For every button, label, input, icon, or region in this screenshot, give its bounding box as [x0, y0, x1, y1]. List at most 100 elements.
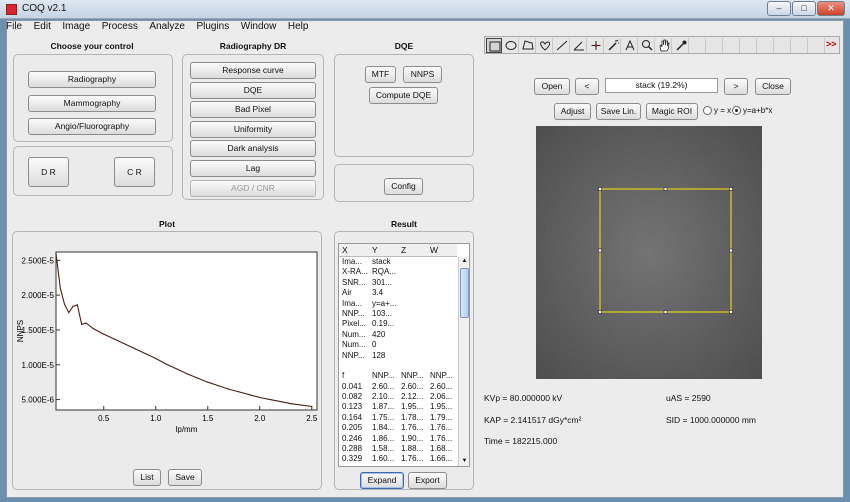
- column-header-z[interactable]: Z: [401, 245, 406, 255]
- config-button[interactable]: Config: [384, 178, 423, 195]
- table-cell: 2.60...: [372, 381, 395, 391]
- agd-cnr-button[interactable]: AGD / CNR: [190, 180, 316, 197]
- mtf-button[interactable]: MTF: [365, 66, 396, 83]
- close-stack-button[interactable]: Close: [755, 78, 791, 95]
- scroll-down-icon[interactable]: ▼: [460, 458, 469, 466]
- roi-handle[interactable]: [729, 248, 733, 253]
- table-row[interactable]: 0.082 2.10... 2.12... 2.06...: [339, 392, 457, 402]
- table-row[interactable]: NNP... 128: [339, 351, 457, 361]
- table-row[interactable]: 0.041 2.60... 2.60... 2.60...: [339, 382, 457, 392]
- stack-name-field[interactable]: stack (19.2%): [605, 78, 718, 93]
- table-row[interactable]: Ima... y=a+...: [339, 299, 457, 309]
- image-canvas[interactable]: [536, 126, 762, 379]
- angle-tool-icon[interactable]: [571, 38, 587, 53]
- menu-plugins[interactable]: Plugins: [196, 20, 229, 33]
- table-row[interactable]: SNR... 301...: [339, 278, 457, 288]
- rectangle-tool-icon[interactable]: [486, 38, 502, 53]
- model-radio[interactable]: [732, 106, 741, 115]
- adjust-button[interactable]: Adjust: [554, 103, 591, 120]
- roi-handle[interactable]: [663, 187, 668, 191]
- empty-tool-slot[interactable]: [690, 38, 706, 53]
- radiography-button[interactable]: Radiography: [28, 71, 156, 88]
- column-header-w[interactable]: W: [430, 245, 438, 255]
- next-slice-button[interactable]: >: [724, 78, 748, 95]
- roi-handle[interactable]: [729, 310, 733, 314]
- table-row[interactable]: NNP... 103...: [339, 309, 457, 319]
- minimize-button[interactable]: –: [767, 1, 791, 16]
- mammography-button[interactable]: Mammography: [28, 95, 156, 112]
- wand-tool-icon[interactable]: [605, 38, 621, 53]
- bad-pixel-button[interactable]: Bad Pixel: [190, 101, 316, 118]
- scroll-up-icon[interactable]: ▲: [460, 258, 469, 266]
- roi-handle[interactable]: [598, 187, 602, 191]
- roi-handle[interactable]: [663, 310, 668, 314]
- polygon-tool-icon[interactable]: [520, 38, 536, 53]
- table-row[interactable]: 0.205 1.84... 1.76... 1.76...: [339, 423, 457, 433]
- response-curve-button[interactable]: Response curve: [190, 62, 316, 79]
- dark-analysis-button[interactable]: Dark analysis: [190, 140, 316, 157]
- table-row[interactable]: 0.164 1.75... 1.78... 1.79...: [339, 413, 457, 423]
- table-row[interactable]: 0.329 1.60... 1.76... 1.66...: [339, 454, 457, 464]
- text-tool-icon[interactable]: [622, 38, 638, 53]
- table-row[interactable]: Num... 420: [339, 330, 457, 340]
- menu-window[interactable]: Window: [241, 20, 277, 33]
- menu-file[interactable]: File: [6, 20, 22, 33]
- roi-handle[interactable]: [729, 187, 733, 191]
- cr-button[interactable]: C R: [114, 157, 155, 187]
- roi-handle[interactable]: [598, 248, 602, 253]
- table-row[interactable]: Num... 0: [339, 340, 457, 350]
- dqe-button[interactable]: DQE: [190, 82, 316, 99]
- more-tools-icon[interactable]: >>: [826, 39, 837, 49]
- close-window-button[interactable]: ✕: [817, 1, 845, 16]
- table-row[interactable]: f NNP... NNP... NNP...: [339, 371, 457, 381]
- save-plot-button[interactable]: Save: [168, 469, 202, 486]
- table-row[interactable]: 0.123 1.87... 1.95... 1.95...: [339, 402, 457, 412]
- menu-process[interactable]: Process: [102, 20, 138, 33]
- table-row[interactable]: Pixel... 0.19...: [339, 319, 457, 329]
- roi-handle[interactable]: [598, 310, 602, 314]
- table-row[interactable]: X-RA... RQA...: [339, 267, 457, 277]
- column-header-y[interactable]: Y: [372, 245, 378, 255]
- angio-fluorography-button[interactable]: Angio/Fluorography: [28, 118, 156, 135]
- scroll-thumb[interactable]: [460, 268, 469, 318]
- lag-button[interactable]: Lag: [190, 160, 316, 177]
- zoom-tool-icon[interactable]: [639, 38, 655, 53]
- previous-slice-button[interactable]: <: [575, 78, 599, 95]
- empty-tool-slot[interactable]: [741, 38, 757, 53]
- menu-edit[interactable]: Edit: [34, 20, 51, 33]
- empty-tool-slot[interactable]: [724, 38, 740, 53]
- table-row[interactable]: Air 3.4: [339, 288, 457, 298]
- uniformity-button[interactable]: Uniformity: [190, 121, 316, 138]
- empty-tool-slot[interactable]: [775, 38, 791, 53]
- export-button[interactable]: Export: [408, 472, 447, 489]
- menu-image[interactable]: Image: [62, 20, 90, 33]
- hand-tool-icon[interactable]: [656, 38, 672, 53]
- result-scrollbar[interactable]: ▲ ▼: [458, 257, 469, 466]
- linear-radio[interactable]: [703, 106, 712, 115]
- dr-button[interactable]: D R: [28, 157, 69, 187]
- line-tool-icon[interactable]: [554, 38, 570, 53]
- table-row[interactable]: 0.246 1.86... 1.90... 1.76...: [339, 434, 457, 444]
- magic-roi-button[interactable]: Magic ROI: [646, 103, 698, 120]
- oval-tool-icon[interactable]: [503, 38, 519, 53]
- table-row[interactable]: [339, 361, 457, 371]
- open-button[interactable]: Open: [534, 78, 570, 95]
- expand-button[interactable]: Expand: [360, 472, 404, 489]
- empty-tool-slot[interactable]: [707, 38, 723, 53]
- menu-help[interactable]: Help: [288, 20, 309, 33]
- menu-analyze[interactable]: Analyze: [149, 20, 185, 33]
- table-row[interactable]: Ima... stack: [339, 257, 457, 267]
- freehand-tool-icon[interactable]: [537, 38, 553, 53]
- dropper-tool-icon[interactable]: [673, 38, 689, 53]
- empty-tool-slot[interactable]: [809, 38, 825, 53]
- empty-tool-slot[interactable]: [792, 38, 808, 53]
- column-header-x[interactable]: X: [342, 245, 348, 255]
- compute-dqe-button[interactable]: Compute DQE: [369, 87, 438, 104]
- list-button[interactable]: List: [133, 469, 161, 486]
- nnps-button[interactable]: NNPS: [403, 66, 442, 83]
- save-lin-button[interactable]: Save Lin.: [596, 103, 641, 120]
- point-tool-icon[interactable]: [588, 38, 604, 53]
- maximize-button[interactable]: □: [792, 1, 816, 16]
- empty-tool-slot[interactable]: [758, 38, 774, 53]
- table-row[interactable]: 0.288 1.58... 1.88... 1.68...: [339, 444, 457, 454]
